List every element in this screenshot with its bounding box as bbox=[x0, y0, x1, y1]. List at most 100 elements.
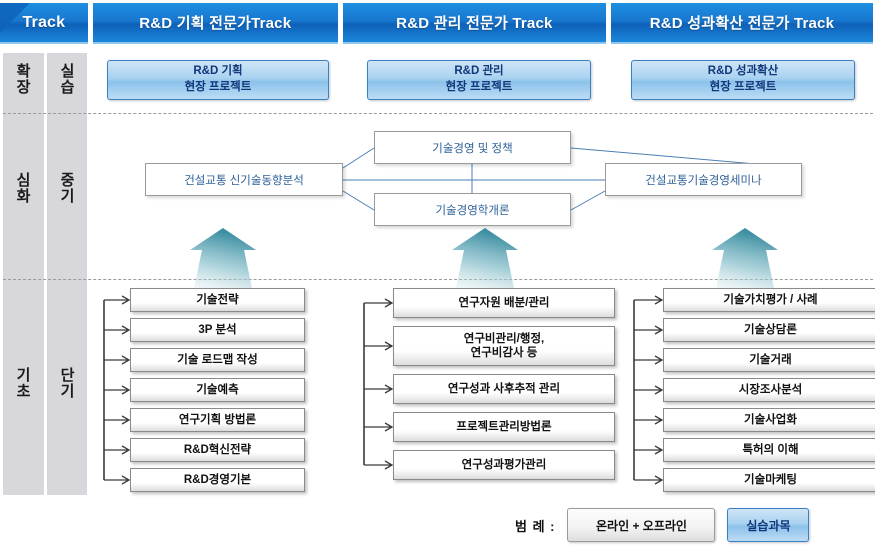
course-box[interactable]: R&D혁신전략 bbox=[130, 438, 305, 462]
project-box-diffusion-line2: 현장 프로젝트 bbox=[709, 81, 777, 93]
course-box-label: R&D혁신전략 bbox=[183, 443, 252, 456]
advanced-course-tech-mgmt-policy[interactable]: 기술경영 및 정책 bbox=[374, 131, 571, 164]
advanced-course-seminar-label: 건설교통기술경영세미나 bbox=[645, 174, 762, 187]
track-header-management[interactable]: R&D 관리 전문가 Track bbox=[342, 3, 606, 44]
branch-arrow-icon bbox=[104, 445, 131, 455]
course-box[interactable]: 특허의 이해 bbox=[663, 438, 875, 462]
sidebar-level-advanced-char1: 심 bbox=[16, 172, 31, 190]
legend-chip-practicum: 실습과목 bbox=[727, 508, 810, 542]
branch-arrow-icon bbox=[364, 422, 394, 432]
track-header-planning-label: R&D 기획 전문가Track bbox=[139, 15, 292, 32]
track-header-diffusion-label: R&D 성과확산 전문가 Track bbox=[649, 15, 835, 32]
branch-arrow-icon bbox=[104, 355, 131, 365]
section-separator-expansion-advanced bbox=[3, 113, 873, 114]
course-box-label: 기술 로드맵 작성 bbox=[177, 353, 258, 366]
course-box-label: 기술사업화 bbox=[744, 413, 797, 426]
course-box[interactable]: 연구자원 배분/관리 bbox=[393, 288, 615, 318]
course-box-label: 연구기획 방법론 bbox=[178, 413, 257, 426]
course-box-label: 기술가치평가 / 사례 bbox=[723, 293, 818, 306]
branch-arrow-icon bbox=[104, 295, 131, 305]
sidebar-term-midterm-char2: 기 bbox=[60, 188, 75, 205]
course-box[interactable]: 기술거래 bbox=[663, 348, 875, 372]
course-box[interactable]: 기술사업화 bbox=[663, 408, 875, 432]
advanced-course-tech-mgmt-intro-label: 기술경영학개론 bbox=[435, 204, 510, 217]
course-box[interactable]: 연구비관리/행정, 연구비감사 등 bbox=[393, 326, 615, 366]
sidebar-term-practicum: 실습 bbox=[47, 53, 88, 106]
course-box[interactable]: 3P 분석 bbox=[130, 318, 305, 342]
advanced-course-tech-mgmt-policy-label: 기술경영 및 정책 bbox=[432, 142, 513, 155]
sidebar-term-midterm: 중기 bbox=[47, 109, 88, 269]
course-box-label: 기술상담론 bbox=[744, 323, 797, 336]
course-box-label: 연구성과평가관리 bbox=[461, 458, 547, 471]
branch-arrow-icon bbox=[104, 475, 131, 485]
link-left-top bbox=[342, 147, 375, 169]
course-box[interactable]: 기술상담론 bbox=[663, 318, 875, 342]
course-box-label: 기술전략 bbox=[196, 293, 239, 306]
course-box[interactable]: 기술예측 bbox=[130, 378, 305, 402]
track-header-planning[interactable]: R&D 기획 전문가Track bbox=[92, 3, 338, 44]
link-bottom-right bbox=[570, 190, 606, 211]
course-box[interactable]: 시장조사분석 bbox=[663, 378, 875, 402]
progression-arrow-management-icon bbox=[452, 228, 518, 288]
legend-chip-practicum-label: 실습과목 bbox=[746, 518, 791, 533]
course-branch-connector-management bbox=[363, 298, 394, 470]
sidebar-term-practicum-char2: 습 bbox=[60, 78, 75, 96]
branch-arrow-icon bbox=[364, 384, 394, 394]
course-box[interactable]: 연구성과평가관리 bbox=[393, 450, 615, 480]
course-box-label: 특허의 이해 bbox=[742, 443, 799, 456]
project-box-planning[interactable]: R&D 기획 현장 프로젝트 bbox=[107, 60, 329, 100]
sidebar-term-practicum-char1: 실 bbox=[60, 62, 75, 80]
sidebar-level-basic-char1: 기 bbox=[16, 367, 31, 385]
course-box[interactable]: 기술전략 bbox=[130, 288, 305, 312]
branch-arrow-icon bbox=[634, 355, 664, 365]
course-box-label: 연구성과 사후추적 관리 bbox=[447, 382, 561, 395]
link-left-bottom bbox=[342, 190, 375, 211]
sidebar-level-expansion: 확장 bbox=[3, 53, 44, 106]
branch-arrow-icon bbox=[634, 475, 664, 485]
course-box[interactable]: 연구기획 방법론 bbox=[130, 408, 305, 432]
branch-arrow-icon bbox=[634, 445, 664, 455]
sidebar-level-basic: 기초 bbox=[3, 273, 44, 495]
course-branch-connector-diffusion bbox=[633, 295, 664, 485]
branch-arrow-icon bbox=[634, 385, 664, 395]
course-box-label: 연구비관리/행정, 연구비감사 등 bbox=[463, 332, 545, 359]
sidebar-term-shortterm-char2: 기 bbox=[60, 383, 75, 400]
sidebar-term-shortterm: 단기 bbox=[47, 273, 88, 495]
course-box-label: R&D경영기본 bbox=[183, 473, 252, 486]
project-box-planning-line2: 현장 프로젝트 bbox=[184, 81, 252, 93]
track-corner-cell: Track bbox=[0, 3, 88, 44]
project-box-management[interactable]: R&D 관리 현장 프로젝트 bbox=[367, 60, 591, 100]
project-box-diffusion[interactable]: R&D 성과확산 현장 프로젝트 bbox=[631, 60, 855, 100]
branch-arrow-icon bbox=[634, 325, 664, 335]
track-header-diffusion[interactable]: R&D 성과확산 전문가 Track bbox=[610, 3, 873, 44]
course-box-label: 연구자원 배분/관리 bbox=[458, 296, 550, 309]
advanced-course-trend-analysis[interactable]: 건설교통 신기술동향분석 bbox=[145, 163, 343, 196]
course-box-label: 시장조사분석 bbox=[738, 383, 803, 396]
advanced-course-trend-analysis-label: 건설교통 신기술동향분석 bbox=[184, 174, 304, 187]
legend-label: 범 례 : bbox=[515, 518, 556, 534]
sidebar-level-basic-char2: 초 bbox=[16, 383, 31, 400]
course-box[interactable]: 프로젝트관리방법론 bbox=[393, 412, 615, 442]
course-box-label: 기술마케팅 bbox=[744, 473, 797, 486]
course-box-label: 기술거래 bbox=[749, 353, 792, 366]
progression-arrow-planning-icon bbox=[190, 228, 256, 288]
course-box[interactable]: 연구성과 사후추적 관리 bbox=[393, 374, 615, 404]
branch-arrow-icon bbox=[364, 460, 394, 470]
course-box[interactable]: 기술가치평가 / 사례 bbox=[663, 288, 875, 312]
course-box[interactable]: R&D경영기본 bbox=[130, 468, 305, 492]
track-header-bar: Track R&D 기획 전문가Track R&D 관리 전문가 Track R… bbox=[0, 3, 873, 44]
advanced-course-seminar[interactable]: 건설교통기술경영세미나 bbox=[605, 163, 802, 196]
stage-sidebar: 확장 실습 심화 중기 기초 단기 bbox=[3, 53, 87, 495]
sidebar-term-shortterm-char1: 단 bbox=[60, 367, 75, 385]
advanced-course-tech-mgmt-intro[interactable]: 기술경영학개론 bbox=[374, 193, 571, 226]
sidebar-level-expansion-char2: 장 bbox=[16, 78, 31, 96]
branch-arrow-icon bbox=[104, 325, 131, 335]
track-header-management-label: R&D 관리 전문가 Track bbox=[396, 15, 553, 32]
sidebar-level-expansion-char1: 확 bbox=[16, 62, 31, 80]
project-box-management-line2: 현장 프로젝트 bbox=[445, 81, 513, 93]
legend: 범 례 : 온라인 + 오프라인 실습과목 bbox=[515, 508, 810, 542]
sidebar-term-midterm-char1: 중 bbox=[60, 172, 75, 190]
course-box[interactable]: 기술 로드맵 작성 bbox=[130, 348, 305, 372]
course-box-label: 기술예측 bbox=[196, 383, 239, 396]
course-box[interactable]: 기술마케팅 bbox=[663, 468, 875, 492]
